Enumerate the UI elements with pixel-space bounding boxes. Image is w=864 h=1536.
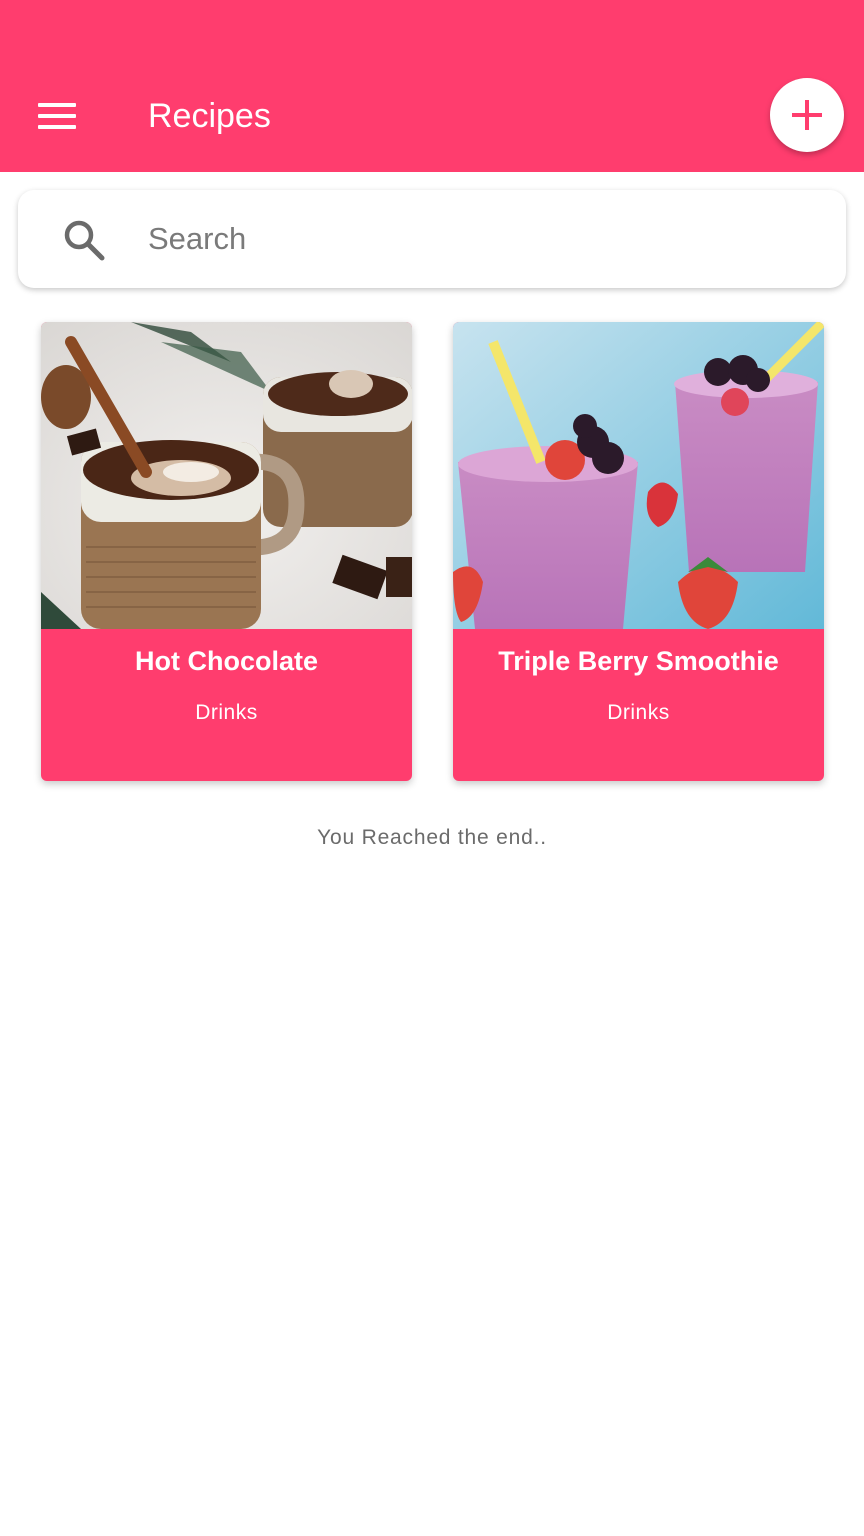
search-icon	[64, 220, 105, 261]
recipe-title: Triple Berry Smoothie	[498, 646, 779, 676]
recipe-category: Drinks	[607, 701, 670, 724]
add-recipe-button[interactable]	[770, 78, 844, 152]
hamburger-line	[38, 114, 76, 118]
app-bar: Recipes	[0, 0, 864, 172]
recipe-card-triple-berry-smoothie[interactable]: Triple Berry Smoothie Drinks	[453, 322, 824, 781]
recipe-category: Drinks	[195, 701, 258, 724]
end-of-list-message: You Reached the end..	[317, 826, 547, 849]
page-title: Recipes	[148, 97, 271, 135]
berry-smoothie-photo	[453, 322, 824, 629]
recipe-card-hot-chocolate[interactable]: Hot Chocolate Drinks	[41, 322, 412, 781]
hot-chocolate-photo	[41, 322, 412, 629]
hamburger-line	[38, 125, 76, 129]
recipe-title: Hot Chocolate	[134, 646, 318, 676]
hamburger-menu-icon	[38, 103, 76, 107]
plus-icon	[792, 100, 822, 130]
menu-button[interactable]	[30, 94, 86, 138]
search-input[interactable]	[148, 214, 808, 264]
search-bar[interactable]	[18, 190, 846, 288]
